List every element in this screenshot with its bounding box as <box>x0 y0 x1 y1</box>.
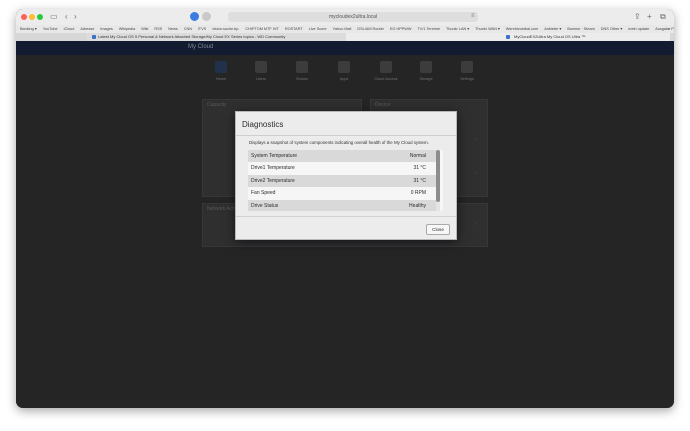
bookmark-item[interactable]: EG HPPWW <box>390 25 412 33</box>
web-page: My Cloud Home Users Shares Apps Cloud Ac… <box>16 41 674 408</box>
table-row: Drive1 Temperature 31 °C <box>248 162 436 174</box>
bookmark-item[interactable]: mein update <box>628 25 649 33</box>
divider <box>236 135 456 136</box>
divider <box>236 216 456 217</box>
dialog-description: Displays a snapshot of system components… <box>249 140 429 145</box>
bookmark-item[interactable]: Images <box>100 25 112 33</box>
desktop: ▭ ‹ › mycloudex2ultra.local ≡ ⇪ + ⧉ Bank… <box>0 0 690 431</box>
row-value: 31 °C <box>413 177 426 184</box>
tab-wd-community[interactable]: Latest My Cloud OS 5 Personal & Network … <box>86 33 346 41</box>
table-row: Fan Speed 0 RPM <box>248 187 436 199</box>
tab-mycloud[interactable]: MyCloudEX2Ultra My Cloud OS Ultra ™ <box>346 33 670 41</box>
bookmark-item[interactable]: TV/1 Termine <box>417 25 440 33</box>
bookmark-item[interactable]: YouTube <box>43 25 58 33</box>
zoom-window-button[interactable] <box>37 14 43 20</box>
row-label: Drive Status <box>251 202 279 209</box>
bookmark-item[interactable]: Banking ▾ <box>20 25 37 33</box>
bookmarks-overflow-icon[interactable]: » <box>668 25 670 33</box>
row-label: Drive1 Temperature <box>251 165 295 172</box>
bookmarks-bar: Banking ▾ YouTube iCloud Adresse Images Wikip… <box>16 25 674 33</box>
bookmark-item[interactable]: Thunkr LAN ▾ <box>446 25 469 33</box>
table-row: Drive Status Healthy <box>248 199 436 211</box>
address-bar[interactable]: mycloudex2ultra.local <box>228 12 478 22</box>
bookmark-item[interactable]: ROSTART <box>285 25 303 33</box>
bookmark-item[interactable]: CNN <box>184 25 192 33</box>
bookmark-item[interactable]: Wereldvoetbal.com <box>506 25 538 33</box>
tab-title: MyCloudEX2Ultra My Cloud OS Ultra ™ <box>514 34 586 39</box>
minimize-window-button[interactable] <box>29 14 35 20</box>
favicon-icon <box>92 35 96 39</box>
table-scrollbar[interactable] <box>436 150 440 211</box>
bookmark-item[interactable]: News <box>168 25 178 33</box>
bookmark-item[interactable]: Yahoo Mail <box>333 25 352 33</box>
bookmark-item[interactable]: iTVS <box>198 25 206 33</box>
bookmark-item[interactable]: Wikipedia <box>119 25 135 33</box>
browser-toolbar: ▭ ‹ › mycloudex2ultra.local ≡ ⇪ + ⧉ <box>16 9 674 25</box>
sidebar-toggle-icon[interactable]: ▭ <box>50 11 58 23</box>
share-icon[interactable]: ⇪ <box>634 11 641 23</box>
bookmark-item[interactable]: Thunkr WAN ▾ <box>475 25 500 33</box>
bookmark-item[interactable]: Bomme · Steam <box>567 25 594 33</box>
reader-icon[interactable]: ≡ <box>471 13 475 19</box>
tab-overview-icon[interactable]: ⧉ <box>660 11 666 23</box>
bookmark-item[interactable]: DNS Other ▾ <box>601 25 623 33</box>
bookmark-item[interactable]: Wiki <box>141 25 148 33</box>
bookmark-item[interactable]: iCloud <box>64 25 75 33</box>
table-row: Drive2 Temperature 31 °C <box>248 174 436 188</box>
bookmark-item[interactable]: DSL/AM Router <box>357 25 384 33</box>
dialog-title: Diagnostics <box>242 120 284 129</box>
row-label: Fan Speed <box>251 190 276 197</box>
forward-icon[interactable]: › <box>74 11 77 23</box>
tab-bar: Latest My Cloud OS 5 Personal & Network … <box>16 33 674 41</box>
bookmark-item[interactable]: Ausgabe Podcaster <box>655 25 674 33</box>
close-button[interactable]: Close <box>426 224 450 235</box>
row-value: 0 RPM <box>410 190 426 197</box>
scrollbar-thumb[interactable] <box>436 150 440 202</box>
row-value: 31 °C <box>413 165 426 172</box>
bookmark-item[interactable]: RSS <box>154 25 162 33</box>
privacy-icon[interactable] <box>202 12 211 21</box>
favicon-icon <box>506 35 510 39</box>
row-label: Drive2 Temperature <box>251 177 295 184</box>
bookmark-item[interactable]: Anbieter ▾ <box>544 25 561 33</box>
back-icon[interactable]: ‹ <box>65 11 68 23</box>
extension-icon[interactable] <box>190 12 199 21</box>
new-tab-icon[interactable]: + <box>647 11 652 23</box>
bookmark-item[interactable]: vision.suche.bp. <box>212 25 239 33</box>
diagnostics-dialog: Diagnostics Displays a snapshot of syste… <box>235 111 457 240</box>
bookmark-item[interactable]: Adresse <box>80 25 94 33</box>
close-window-button[interactable] <box>21 14 27 20</box>
tab-title: Latest My Cloud OS 5 Personal & Network … <box>98 34 286 39</box>
row-value: Normal <box>409 153 426 159</box>
diagnostics-table: System Temperature Normal Drive1 Tempera… <box>248 150 443 211</box>
browser-window: ▭ ‹ › mycloudex2ultra.local ≡ ⇪ + ⧉ Bank… <box>16 9 674 408</box>
row-value: Healthy <box>409 202 426 209</box>
bookmark-item[interactable]: CHIPTOM MTF HIT <box>245 25 278 33</box>
table-row: System Temperature Normal <box>248 150 436 163</box>
bookmark-item[interactable]: Live Score <box>309 25 327 33</box>
row-label: System Temperature <box>251 153 298 159</box>
